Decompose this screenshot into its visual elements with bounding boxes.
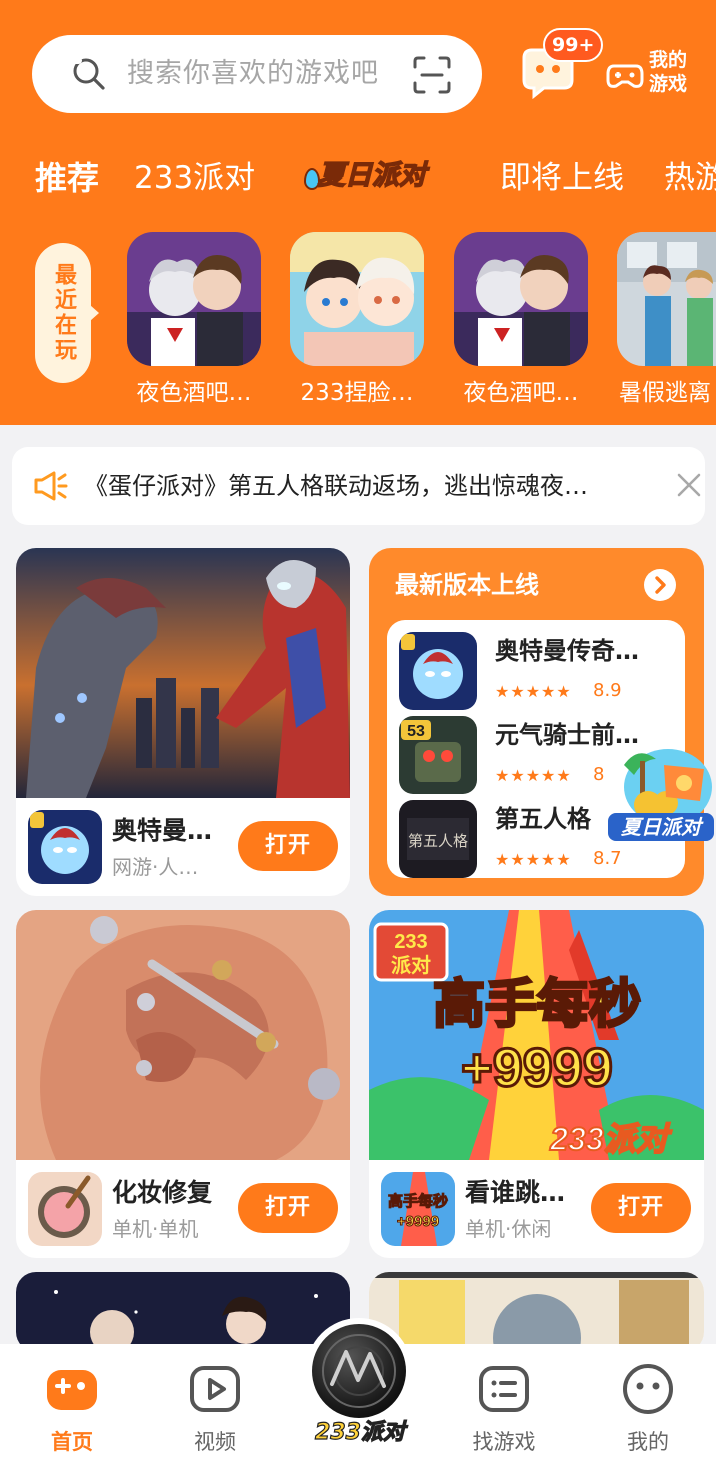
svg-text:+9999: +9999 bbox=[397, 1213, 439, 1230]
recent-playing-label: 最近在玩 bbox=[35, 243, 99, 383]
gamepad-icon bbox=[47, 1370, 97, 1410]
svg-text:夏日派对: 夏日派对 bbox=[621, 816, 704, 839]
game-thumbnail bbox=[617, 232, 716, 366]
game-card-partial[interactable] bbox=[16, 1272, 350, 1352]
game-tags: 单机·休闲 bbox=[465, 1217, 552, 1241]
recent-game[interactable]: 233捏脸… bbox=[290, 232, 424, 408]
game-cover bbox=[369, 1272, 704, 1352]
game-cover bbox=[16, 910, 350, 1160]
game-icon: 53 bbox=[399, 716, 477, 794]
face-icon bbox=[623, 1364, 673, 1414]
recent-game-name: 233捏脸… bbox=[300, 380, 414, 406]
svg-text:第五人格: 第五人格 bbox=[408, 832, 468, 850]
open-button[interactable]: 打开 bbox=[238, 1183, 338, 1233]
active-tab-indicator bbox=[52, 57, 82, 64]
game-name: 奥特曼传奇… bbox=[495, 637, 639, 665]
recent-game[interactable]: 夜色酒吧… bbox=[454, 232, 588, 408]
game-icon: 高手每秒 +9999 bbox=[381, 1172, 455, 1246]
chevron-right-icon[interactable] bbox=[644, 569, 676, 601]
nav-home-label: 首页 bbox=[51, 1430, 93, 1454]
game-name: 奥特曼… bbox=[112, 816, 213, 845]
svg-text:+9999: +9999 bbox=[461, 1038, 613, 1098]
nav-home[interactable]: 首页 bbox=[22, 1362, 122, 1456]
megaphone-icon bbox=[34, 471, 68, 501]
rating-score: 8.9 bbox=[593, 680, 622, 701]
message-badge: 99+ bbox=[543, 28, 604, 62]
tab-summer-party-label: 夏日派对 bbox=[317, 159, 427, 192]
search-bar[interactable]: 搜索你喜欢的游戏吧 bbox=[32, 35, 482, 113]
open-button[interactable]: 打开 bbox=[591, 1183, 691, 1233]
summer-party-float-badge[interactable]: 夏日派对 bbox=[604, 735, 716, 847]
list-icon bbox=[479, 1366, 529, 1412]
game-icon bbox=[28, 810, 102, 884]
svg-text:高手每秒: 高手每秒 bbox=[388, 1192, 448, 1210]
list-item[interactable]: 奥特曼传奇… ★★★★★ 8.9 bbox=[399, 632, 679, 710]
tab-233-party[interactable]: 233派对 bbox=[134, 156, 255, 200]
star-rating: ★★★★★ bbox=[495, 682, 572, 701]
svg-text:53: 53 bbox=[407, 723, 425, 740]
game-thumbnail bbox=[454, 232, 588, 366]
nav-233-party-label: 233派对 bbox=[314, 1419, 405, 1445]
game-name: 看谁跳… bbox=[465, 1178, 566, 1207]
category-tabs: 推荐 233派对 夏日派对 即将上线 热游 bbox=[0, 150, 716, 210]
tab-summer-party[interactable]: 夏日派对 bbox=[302, 156, 454, 200]
recent-game-name: 夜色酒吧… bbox=[463, 380, 579, 406]
recent-game[interactable]: 夜色酒吧… bbox=[127, 232, 261, 408]
svg-text:高手每秒: 高手每秒 bbox=[433, 975, 641, 1035]
game-card[interactable]: 化妆修复 单机·单机 打开 bbox=[16, 910, 350, 1258]
tab-hot-games[interactable]: 热游 bbox=[664, 156, 716, 200]
nav-233-party[interactable] bbox=[306, 1318, 412, 1424]
nav-video-label: 视频 bbox=[194, 1430, 236, 1454]
close-icon[interactable] bbox=[674, 470, 704, 500]
play-icon bbox=[190, 1366, 240, 1412]
game-tags: 单机·单机 bbox=[112, 1217, 199, 1241]
new-version-title: 最新版本上线 bbox=[395, 571, 539, 599]
game-card-partial[interactable] bbox=[369, 1272, 704, 1352]
game-cover: 233 派对 高手每秒 +9999 233派对 bbox=[369, 910, 704, 1160]
game-card[interactable]: 233 派对 高手每秒 +9999 233派对 高手每秒 +9999 看谁跳… … bbox=[369, 910, 704, 1258]
svg-text:233派对: 233派对 bbox=[549, 1121, 672, 1157]
party-disc-icon bbox=[312, 1324, 406, 1418]
my-games-label: 我的游戏 bbox=[648, 49, 687, 95]
game-thumbnail bbox=[127, 232, 261, 366]
game-cover bbox=[16, 548, 350, 798]
game-tags: 网游·人… bbox=[112, 855, 199, 879]
nav-video[interactable]: 视频 bbox=[165, 1362, 265, 1456]
nav-find-games-label: 找游戏 bbox=[472, 1430, 536, 1454]
my-games-button[interactable]: 我的游戏 bbox=[606, 48, 698, 100]
scan-icon[interactable] bbox=[412, 55, 452, 95]
gamepad-icon bbox=[606, 64, 644, 88]
game-cover bbox=[16, 1272, 350, 1352]
recent-game-name: 暑假逃离 bbox=[619, 380, 711, 406]
search-placeholder: 搜索你喜欢的游戏吧 bbox=[127, 58, 379, 89]
game-icon bbox=[28, 1172, 102, 1246]
tab-recommend[interactable]: 推荐 bbox=[35, 156, 99, 200]
nav-profile[interactable]: 我的 bbox=[598, 1362, 698, 1456]
rating-score: 8 bbox=[593, 764, 605, 785]
star-rating: ★★★★★ bbox=[495, 850, 572, 869]
game-icon bbox=[399, 632, 477, 710]
svg-text:派对: 派对 bbox=[391, 953, 431, 977]
nav-find-games[interactable]: 找游戏 bbox=[454, 1362, 554, 1456]
star-rating: ★★★★★ bbox=[495, 766, 572, 785]
game-icon: 第五人格 bbox=[399, 800, 477, 878]
game-card[interactable]: 奥特曼… 网游·人… 打开 bbox=[16, 548, 350, 896]
tab-coming-soon[interactable]: 即将上线 bbox=[500, 156, 624, 200]
open-button[interactable]: 打开 bbox=[238, 821, 338, 871]
header: 搜索你喜欢的游戏吧 99+ 我的游戏 推荐 233派对 夏日派对 即将上线 热游… bbox=[0, 0, 716, 425]
nav-profile-label: 我的 bbox=[627, 1430, 669, 1454]
recent-game[interactable]: 暑假逃离 bbox=[617, 232, 716, 408]
announcement-text: 《蛋仔派对》第五人格联动返场，逃出惊魂夜… bbox=[84, 472, 588, 500]
rating-score: 8.7 bbox=[593, 848, 622, 869]
game-thumbnail bbox=[290, 232, 424, 366]
announcement-bar[interactable]: 《蛋仔派对》第五人格联动返场，逃出惊魂夜… bbox=[12, 447, 705, 525]
recent-game-name: 夜色酒吧… bbox=[136, 380, 252, 406]
game-name: 第五人格 bbox=[495, 805, 591, 833]
svg-text:233: 233 bbox=[394, 931, 427, 953]
game-name: 化妆修复 bbox=[112, 1178, 213, 1207]
